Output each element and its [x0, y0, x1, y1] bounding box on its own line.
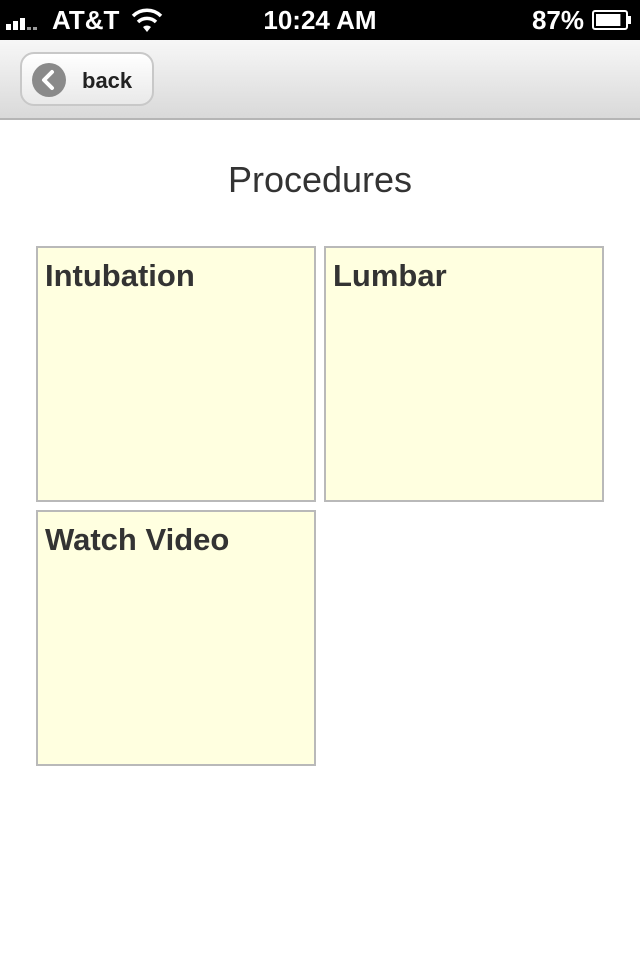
back-button[interactable]: back: [20, 52, 154, 106]
tile-watch-video[interactable]: Watch Video: [36, 510, 316, 766]
back-button-label: back: [82, 68, 133, 93]
chevron-left-circle-icon: [32, 63, 66, 97]
status-bar: AT&T 10:24 AM 87%: [0, 0, 640, 40]
navigation-bar: back: [0, 40, 640, 120]
tile-intubation[interactable]: Intubation: [36, 246, 316, 502]
page-title: Procedures: [227, 159, 413, 200]
battery-percent: 87%: [531, 5, 584, 35]
tile-label: Lumbar: [333, 258, 447, 293]
tile-lumbar[interactable]: Lumbar: [324, 246, 604, 502]
tile-label: Intubation: [45, 258, 195, 293]
battery-icon: [592, 10, 631, 30]
tile-label: Watch Video: [45, 522, 230, 557]
